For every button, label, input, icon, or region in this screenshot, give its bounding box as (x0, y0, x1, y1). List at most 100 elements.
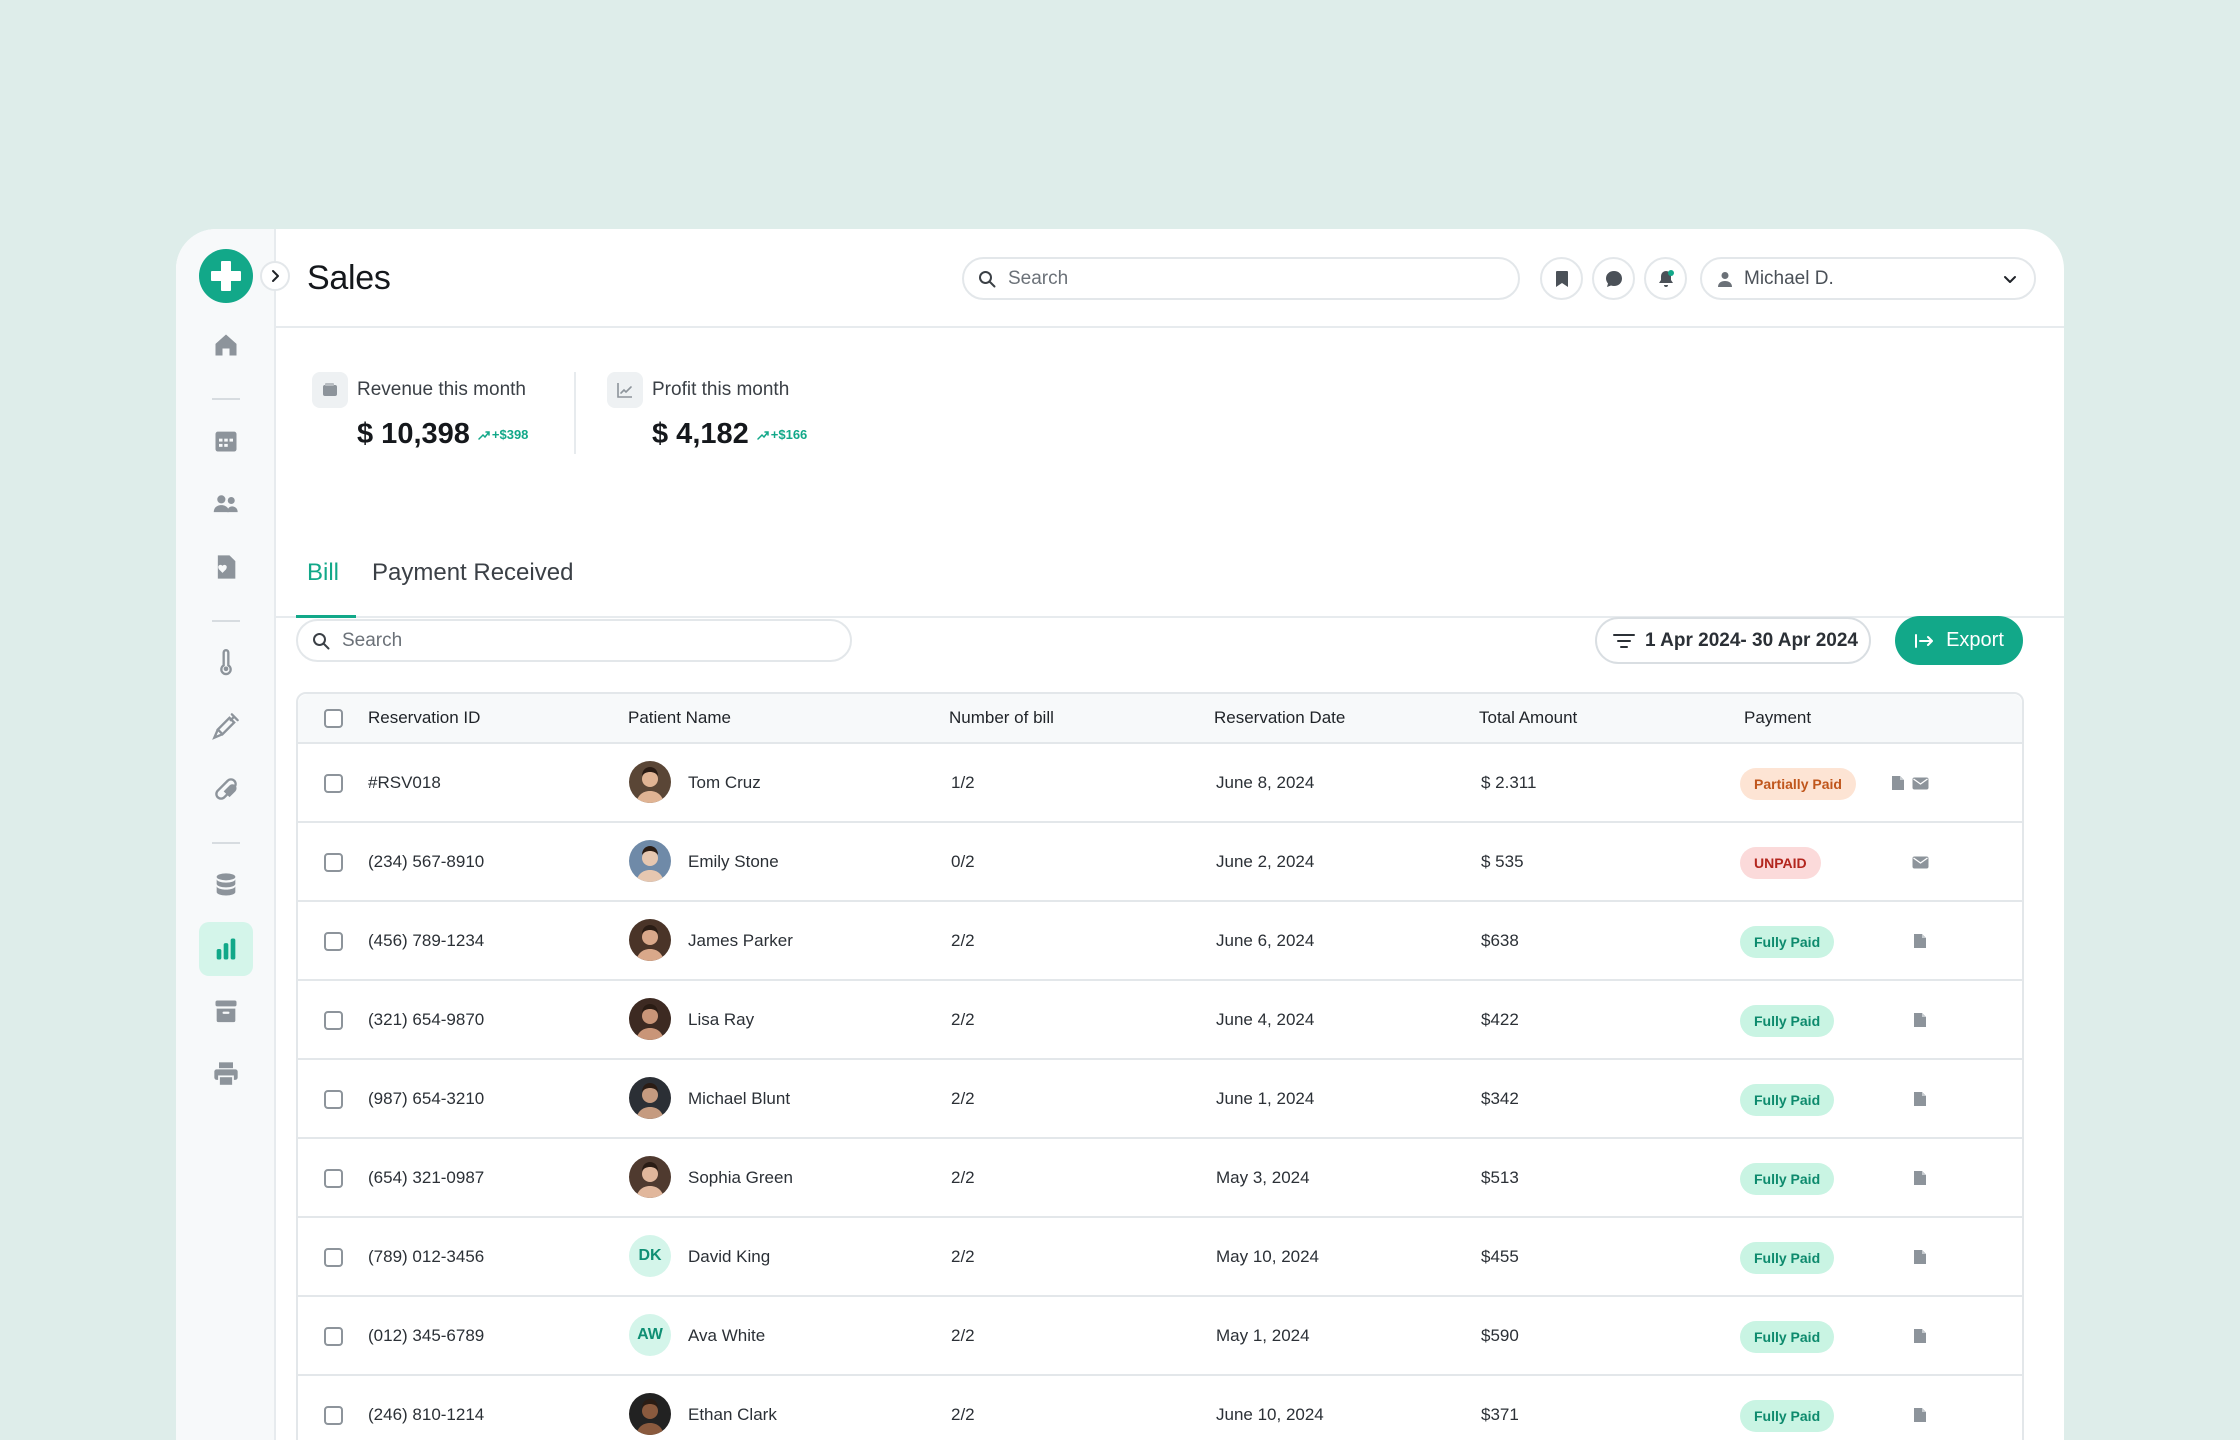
date-range-filter[interactable]: 1 Apr 2024- 30 Apr 2024 (1595, 617, 1871, 664)
document-icon[interactable] (1910, 1089, 1930, 1109)
sales-chart-icon[interactable] (199, 922, 253, 976)
row-checkbox[interactable] (324, 1327, 343, 1346)
document-icon[interactable] (1910, 1247, 1930, 1267)
mail-icon[interactable] (1910, 852, 1930, 872)
messages-button[interactable] (1592, 257, 1635, 300)
table-row[interactable]: #RSV018 Tom Cruz 1/2 June 8, 2024 $ 2.31… (298, 744, 2022, 823)
table-row[interactable]: (234) 567-8910 Emily Stone 0/2 June 2, 2… (298, 823, 2022, 902)
select-all-checkbox[interactable] (324, 709, 343, 728)
search-placeholder: Search (1008, 267, 1069, 289)
payment-status-badge: UNPAID (1740, 847, 1821, 879)
payment-status-badge: Fully Paid (1740, 1400, 1835, 1432)
patient-name[interactable]: James Parker (688, 931, 793, 951)
row-checkbox[interactable] (324, 1090, 343, 1109)
col-payment[interactable]: Payment (1744, 708, 1811, 728)
document-icon[interactable] (1910, 1010, 1930, 1030)
patient-name[interactable]: Tom Cruz (688, 773, 761, 793)
sidebar-collapse-button[interactable] (260, 261, 290, 291)
table-row[interactable]: (456) 789-1234 James Parker 2/2 June 6, … (298, 902, 2022, 981)
trend-up-icon (478, 430, 490, 440)
col-reservation-date[interactable]: Reservation Date (1214, 708, 1345, 728)
payment-status-badge: Fully Paid (1740, 1005, 1835, 1037)
avatar (629, 1077, 671, 1119)
row-checkbox[interactable] (324, 932, 343, 951)
user-icon (1718, 271, 1732, 287)
tab-payment-received[interactable]: Payment Received (372, 559, 573, 587)
syringe-icon[interactable] (202, 702, 250, 750)
patients-icon[interactable] (202, 480, 250, 528)
number-of-bill: 2/2 (951, 1326, 975, 1345)
number-of-bill: 2/2 (951, 1247, 975, 1266)
patient-name[interactable]: Ethan Clark (688, 1405, 777, 1425)
tab-bar: Bill Payment Received (276, 523, 2064, 618)
patient-name[interactable]: Sophia Green (688, 1168, 793, 1188)
document-icon[interactable] (1910, 1405, 1930, 1425)
global-search-input[interactable]: Search (962, 257, 1520, 300)
reservation-id: (321) 654-9870 (368, 1010, 485, 1029)
revenue-stat: Revenue this month $ 10,398 +$398 (312, 372, 528, 451)
document-icon[interactable] (1910, 931, 1930, 951)
chevron-down-icon (2004, 275, 2016, 283)
reservation-date: June 1, 2024 (1216, 1089, 1315, 1108)
medical-records-icon[interactable] (202, 543, 250, 591)
number-of-bill: 2/2 (951, 931, 975, 950)
row-checkbox[interactable] (324, 1011, 343, 1030)
archive-icon[interactable] (202, 987, 250, 1035)
printer-icon[interactable] (202, 1050, 250, 1098)
revenue-label: Revenue this month (357, 379, 526, 400)
col-reservation-id[interactable]: Reservation ID (368, 708, 480, 728)
document-icon[interactable] (1910, 1168, 1930, 1188)
reservation-id: (987) 654-3210 (368, 1089, 485, 1108)
col-number-of-bill[interactable]: Number of bill (949, 708, 1054, 728)
reservation-id: #RSV018 (368, 773, 441, 792)
reservation-id: (654) 321-0987 (368, 1168, 485, 1187)
notifications-button[interactable] (1644, 257, 1687, 300)
bookmark-button[interactable] (1540, 257, 1583, 300)
patient-name[interactable]: Emily Stone (688, 852, 779, 872)
patient-name[interactable]: Lisa Ray (688, 1010, 754, 1030)
reservation-id: (246) 810-1214 (368, 1405, 485, 1424)
thermometer-icon[interactable] (202, 639, 250, 687)
row-checkbox[interactable] (324, 1406, 343, 1425)
document-icon[interactable] (1888, 773, 1908, 793)
patient-name[interactable]: Michael Blunt (688, 1089, 790, 1109)
patient-name[interactable]: Ava White (688, 1326, 765, 1346)
user-menu[interactable]: Michael D. (1700, 257, 2036, 300)
tab-bill[interactable]: Bill (307, 559, 339, 587)
row-checkbox[interactable] (324, 1169, 343, 1188)
table-header: Reservation ID Patient Name Number of bi… (298, 694, 2022, 744)
avatar (629, 919, 671, 961)
row-checkbox[interactable] (324, 774, 343, 793)
col-total-amount[interactable]: Total Amount (1479, 708, 1577, 728)
mail-icon[interactable] (1910, 773, 1930, 793)
row-checkbox[interactable] (324, 1248, 343, 1267)
active-tab-indicator (296, 615, 356, 618)
document-icon[interactable] (1910, 1326, 1930, 1346)
table-row[interactable]: (012) 345-6789 AW Ava White 2/2 May 1, 2… (298, 1297, 2022, 1376)
profit-value: $ 4,182 (652, 418, 749, 450)
filter-icon (1613, 633, 1635, 648)
avatar (629, 1393, 671, 1435)
table-row[interactable]: (789) 012-3456 DK David King 2/2 May 10,… (298, 1218, 2022, 1297)
pill-icon[interactable] (202, 765, 250, 813)
table-row[interactable]: (246) 810-1214 Ethan Clark 2/2 June 10, … (298, 1376, 2022, 1440)
header: Sales Search Michael D. (276, 229, 2064, 328)
table-row[interactable]: (987) 654-3210 Michael Blunt 2/2 June 1,… (298, 1060, 2022, 1139)
export-button[interactable]: Export (1895, 616, 2023, 665)
patient-name[interactable]: David King (688, 1247, 770, 1267)
table-row[interactable]: (654) 321-0987 Sophia Green 2/2 May 3, 2… (298, 1139, 2022, 1218)
reservation-date: May 1, 2024 (1216, 1326, 1310, 1345)
chart-line-icon (607, 372, 643, 408)
table-search-input[interactable]: Search (296, 619, 852, 662)
logo[interactable] (199, 249, 253, 303)
row-checkbox[interactable] (324, 853, 343, 872)
home-icon[interactable] (202, 321, 250, 369)
table-row[interactable]: (321) 654-9870 Lisa Ray 2/2 June 4, 2024… (298, 981, 2022, 1060)
col-patient-name[interactable]: Patient Name (628, 708, 731, 728)
app-window: Sales Search Michael D. Revenue this mon… (176, 229, 2064, 1440)
total-amount: $590 (1481, 1326, 1519, 1345)
calendar-icon[interactable] (202, 417, 250, 465)
database-icon[interactable] (202, 861, 250, 909)
date-range-label: 1 Apr 2024- 30 Apr 2024 (1645, 629, 1858, 651)
total-amount: $513 (1481, 1168, 1519, 1187)
